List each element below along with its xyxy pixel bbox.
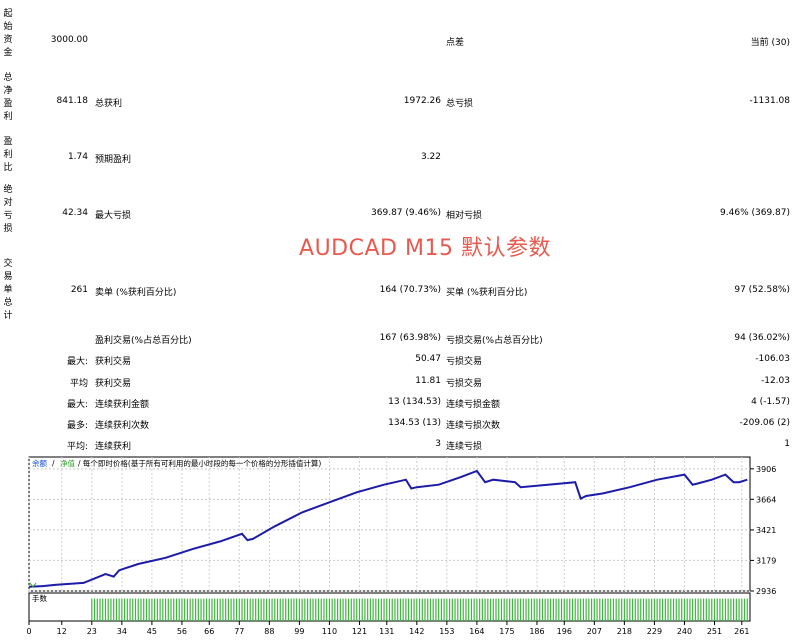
maximal-drawdown-label: 最大亏损 xyxy=(95,211,132,221)
row-prefix: 最大: xyxy=(66,357,88,367)
row-label-2: 连续亏损金额 xyxy=(446,400,501,410)
x-tick-label: 240 xyxy=(677,627,692,636)
row-value-1: 50.47 xyxy=(415,354,441,364)
x-tick-label: 229 xyxy=(647,627,662,636)
row-label-1: 连续获利 xyxy=(95,442,132,452)
long-positions-value: 97 (52.58%) xyxy=(734,285,790,295)
initial-deposit-label: 起始资金 xyxy=(3,9,13,58)
x-tick-label: 196 xyxy=(557,627,572,636)
x-tick-label: 153 xyxy=(439,627,454,636)
spread-value: 当前 (30) xyxy=(750,38,790,48)
gross-loss-label: 总亏损 xyxy=(446,99,474,109)
row-label-1: 获利交易 xyxy=(95,379,132,389)
row-label-1: 盈利交易(%占总百分比) xyxy=(95,336,192,346)
x-tick-label: 121 xyxy=(352,627,367,636)
row-label-1: 获利交易 xyxy=(95,357,132,367)
x-tick-label: 45 xyxy=(147,627,157,636)
relative-drawdown-value: 9.46% (369.87) xyxy=(720,208,790,218)
y-tick-label: 3906 xyxy=(756,465,776,474)
row-value-1: 134.53 (13) xyxy=(388,418,441,428)
row-label-2: 亏损交易 xyxy=(446,357,483,367)
profit-factor-label: 盈利比 xyxy=(3,137,13,173)
expected-payoff-label: 预期盈利 xyxy=(95,155,132,165)
expected-payoff-value: 3.22 xyxy=(420,152,441,162)
row-prefix: 平均: xyxy=(66,442,88,452)
row-label-1: 连续获利金额 xyxy=(95,400,150,410)
x-tick-label: 88 xyxy=(264,627,274,636)
x-tick-label: 110 xyxy=(322,627,337,636)
x-tick-label: 34 xyxy=(117,627,127,636)
volume-plot: 手数 xyxy=(28,592,751,622)
x-tick-label: 23 xyxy=(87,627,97,636)
row-label-2: 连续亏损次数 xyxy=(446,421,501,431)
row-value-2: -12.03 xyxy=(760,376,790,386)
x-tick-label: 251 xyxy=(707,627,722,636)
gross-profit-label: 总获利 xyxy=(95,99,123,109)
row-value-2: -209.06 (2) xyxy=(739,418,790,428)
y-tick-label: 3179 xyxy=(756,556,776,565)
row-value-1: 167 (63.98%) xyxy=(379,333,441,343)
maximal-drawdown-value: 369.87 (9.46%) xyxy=(371,208,441,218)
long-positions-label: 买单 (%获利百分比) xyxy=(446,288,528,298)
row-label-1: 连续获利次数 xyxy=(95,421,150,431)
x-tick-label: 99 xyxy=(294,627,304,636)
short-positions-label: 卖单 (%获利百分比) xyxy=(95,288,177,298)
row-prefix: 平均 xyxy=(69,379,88,389)
x-tick-label: 12 xyxy=(57,627,67,636)
total-trades-label: 交易单总计 xyxy=(3,259,13,321)
total-trades-value: 261 xyxy=(70,285,88,295)
gross-loss-value: -1131.08 xyxy=(749,96,790,106)
row-label-2: 亏损交易 xyxy=(446,379,483,389)
x-tick-label: 261 xyxy=(734,627,749,636)
absolute-drawdown-label: 绝对亏损 xyxy=(3,185,13,234)
x-tick-label: 56 xyxy=(177,627,187,636)
legend-equity: 净值 xyxy=(60,458,75,468)
absolute-drawdown-value: 42.34 xyxy=(62,208,88,218)
initial-deposit-value: 3000.00 xyxy=(50,35,88,45)
row-value-2: 94 (36.02%) xyxy=(734,333,790,343)
y-tick-label: 2936 xyxy=(756,587,776,596)
row-value-1: 11.81 xyxy=(415,376,441,386)
row-value-1: 3 xyxy=(435,439,441,449)
legend-balance: 余额 xyxy=(32,458,47,468)
row-prefix: 最多: xyxy=(66,421,88,431)
spread-label: 点差 xyxy=(446,38,465,48)
profit-factor-value: 1.74 xyxy=(67,152,88,162)
row-value-1: 13 (134.53) xyxy=(388,397,441,407)
y-tick-label: 3421 xyxy=(756,526,776,535)
x-tick-label: 164 xyxy=(469,627,484,636)
x-tick-label: 175 xyxy=(499,627,514,636)
row-label-2: 连续亏损 xyxy=(446,442,483,452)
short-positions-value: 164 (70.73%) xyxy=(379,285,441,295)
x-tick-label: 186 xyxy=(529,627,544,636)
x-tick-label: 0 xyxy=(26,627,31,636)
row-prefix: 最大: xyxy=(66,400,88,410)
x-tick-label: 66 xyxy=(204,627,214,636)
row-value-2: 1 xyxy=(784,439,790,449)
balance-plot: 3906 3664 3421 3179 2936 xyxy=(28,456,776,596)
y-tick-label: 3664 xyxy=(756,495,776,504)
total-net-profit-value: 841.18 xyxy=(56,96,89,106)
legend-note: / 每个即时价格(基于所有可利用的最小时段的每一个价格的分形插值计算) xyxy=(78,458,321,468)
row-label-2: 亏损交易(%占总百分比) xyxy=(446,336,543,346)
total-net-profit-label: 总净盈利 xyxy=(3,73,13,122)
row-value-2: -106.03 xyxy=(755,354,790,364)
x-tick-label: 207 xyxy=(587,627,602,636)
volume-label: 手数 xyxy=(32,593,47,603)
x-tick-label: 131 xyxy=(379,627,394,636)
row-value-2: 4 (-1.57) xyxy=(751,397,790,407)
x-tick-label: 77 xyxy=(234,627,244,636)
overlay-title: AUDCAD M15 默认参数 xyxy=(299,236,551,261)
x-tick-label: 142 xyxy=(409,627,424,636)
x-tick-label: 218 xyxy=(617,627,632,636)
equity-chart: 39063664342131792936 余额 / 净值 / 每个即时价格(基于… xyxy=(26,456,776,636)
relative-drawdown-label: 相对亏损 xyxy=(446,211,483,221)
gross-profit-value: 1972.26 xyxy=(403,96,441,106)
